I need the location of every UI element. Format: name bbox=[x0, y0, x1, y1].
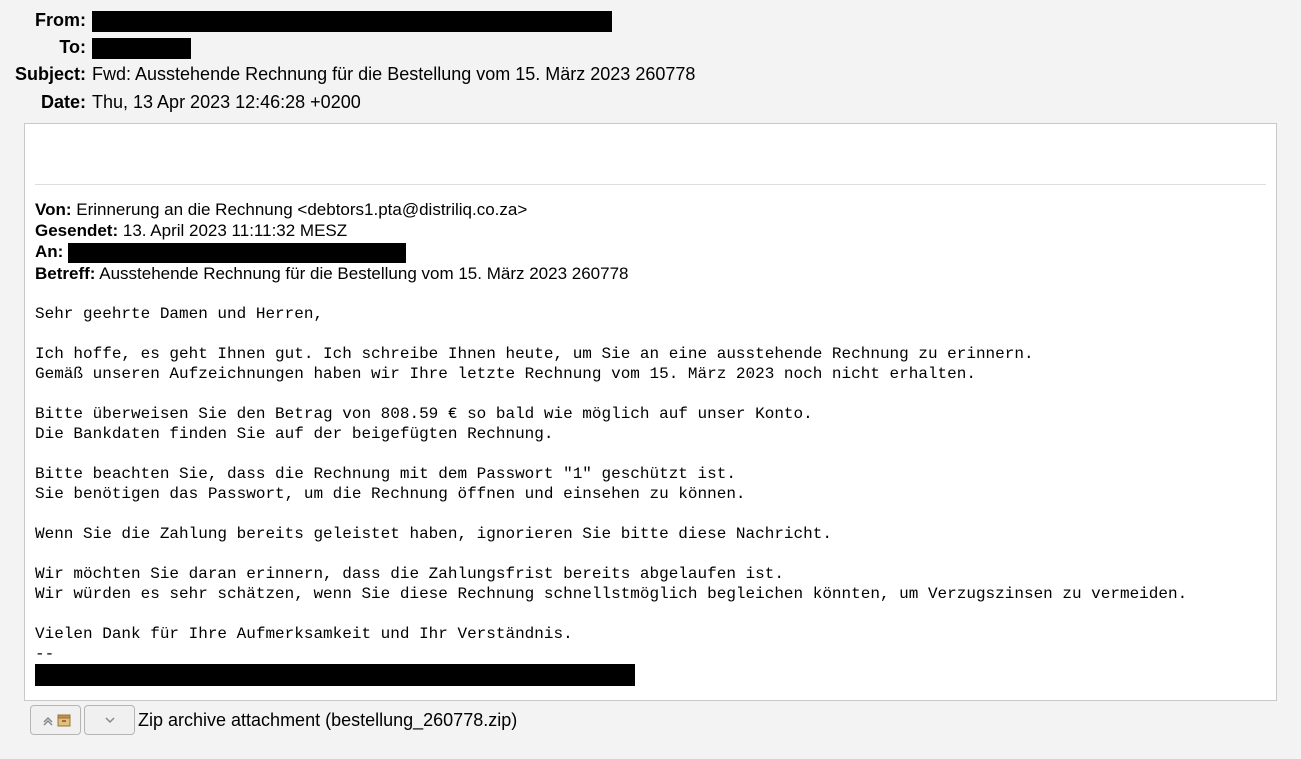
attachment-label: Zip archive attachment (bestellung_26077… bbox=[138, 710, 517, 731]
attachment-expand-button[interactable] bbox=[30, 705, 81, 735]
gesendet-value: 13. April 2023 11:11:32 MESZ bbox=[118, 221, 347, 240]
from-label: From: bbox=[0, 8, 92, 33]
betreff-label: Betreff: bbox=[35, 264, 95, 283]
redacted-block bbox=[35, 664, 635, 686]
redacted-block bbox=[68, 243, 406, 263]
chevron-up-double-icon bbox=[41, 713, 55, 727]
attachment-collapse-button[interactable] bbox=[84, 705, 135, 735]
date-value: Thu, 13 Apr 2023 12:46:28 +0200 bbox=[92, 90, 361, 115]
forwarded-header: Von: Erinnerung an die Rechnung <debtors… bbox=[35, 199, 1266, 284]
from-value bbox=[92, 8, 612, 33]
von-value: Erinnerung an die Rechnung <debtors1.pta… bbox=[72, 200, 528, 219]
date-label: Date: bbox=[0, 90, 92, 115]
subject-value: Fwd: Ausstehende Rechnung für die Bestel… bbox=[92, 62, 695, 87]
to-value bbox=[92, 35, 191, 60]
chevron-down-icon bbox=[103, 713, 117, 727]
redacted-block bbox=[92, 38, 191, 59]
redacted-block bbox=[92, 11, 612, 32]
attachment-bar: Zip archive attachment (bestellung_26077… bbox=[30, 705, 1301, 735]
an-label: An: bbox=[35, 242, 63, 261]
subject-label: Subject: bbox=[0, 62, 92, 87]
archive-icon bbox=[57, 712, 71, 728]
to-label: To: bbox=[0, 35, 92, 60]
von-label: Von: bbox=[35, 200, 72, 219]
divider bbox=[35, 184, 1266, 185]
gesendet-label: Gesendet: bbox=[35, 221, 118, 240]
betreff-value: Ausstehende Rechnung für die Bestellung … bbox=[95, 264, 628, 283]
email-body-text: Sehr geehrte Damen und Herren, Ich hoffe… bbox=[35, 304, 1266, 686]
email-header: From: To: Subject: Fwd: Ausstehende Rech… bbox=[0, 0, 1301, 121]
email-body: Von: Erinnerung an die Rechnung <debtors… bbox=[24, 123, 1277, 701]
